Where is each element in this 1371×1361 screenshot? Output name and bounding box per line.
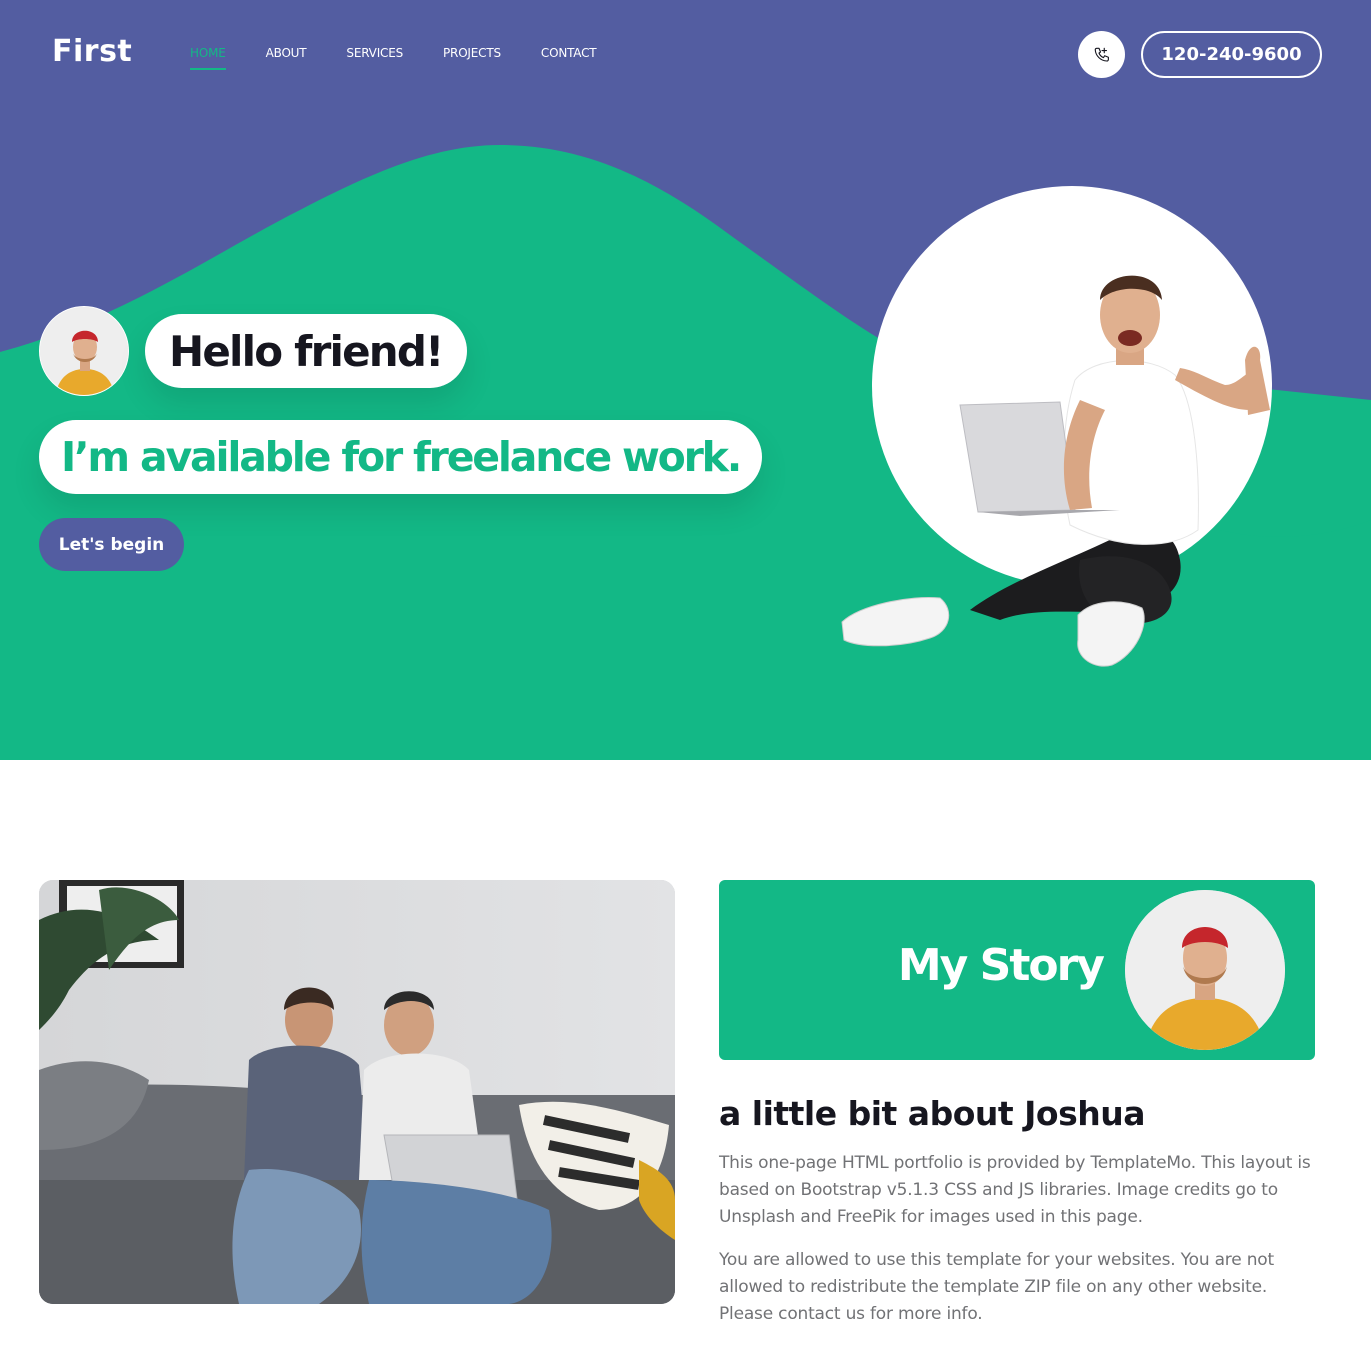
nav-services[interactable]: SERVICES: [346, 46, 403, 70]
phone-icon: [1094, 47, 1109, 62]
greeting-bubble: Hello friend!: [145, 314, 467, 388]
nav-about[interactable]: ABOUT: [266, 46, 307, 70]
about-paragraph-1: This one-page HTML portfolio is provided…: [719, 1153, 1311, 1227]
about-heading: a little bit about Joshua: [719, 1094, 1145, 1133]
my-story-card: My Story: [719, 880, 1315, 1060]
hero-person-illustration: [841, 275, 1270, 667]
avatar: [39, 306, 129, 396]
about-paragraph-2: You are allowed to use this template for…: [719, 1250, 1274, 1324]
my-story-title: My Story: [897, 940, 1105, 991]
phone-number-button[interactable]: 120-240-9600: [1141, 31, 1322, 78]
avatar-illustration: [40, 307, 128, 395]
nav-home[interactable]: HOME: [190, 46, 226, 70]
about-photo: [39, 880, 675, 1304]
tagline-bubble: I’m available for freelance work.: [39, 420, 763, 494]
main-nav: HOME ABOUT SERVICES PROJECTS CONTACT: [190, 46, 636, 70]
greeting-text: Hello friend!: [169, 326, 444, 376]
brand-logo[interactable]: First: [52, 34, 132, 69]
hero-section: First HOME ABOUT SERVICES PROJECTS CONTA…: [0, 0, 1371, 760]
nav-contact[interactable]: CONTACT: [541, 46, 597, 70]
story-avatar: [1125, 890, 1285, 1050]
lets-begin-button[interactable]: Let's begin: [39, 518, 184, 571]
story-avatar-illustration: [1125, 890, 1285, 1050]
tagline-text: I’m available for freelance work.: [61, 433, 742, 481]
phone-call-button[interactable]: [1078, 31, 1125, 78]
nav-projects[interactable]: PROJECTS: [443, 46, 501, 70]
couple-photo-illustration: [39, 880, 675, 1304]
